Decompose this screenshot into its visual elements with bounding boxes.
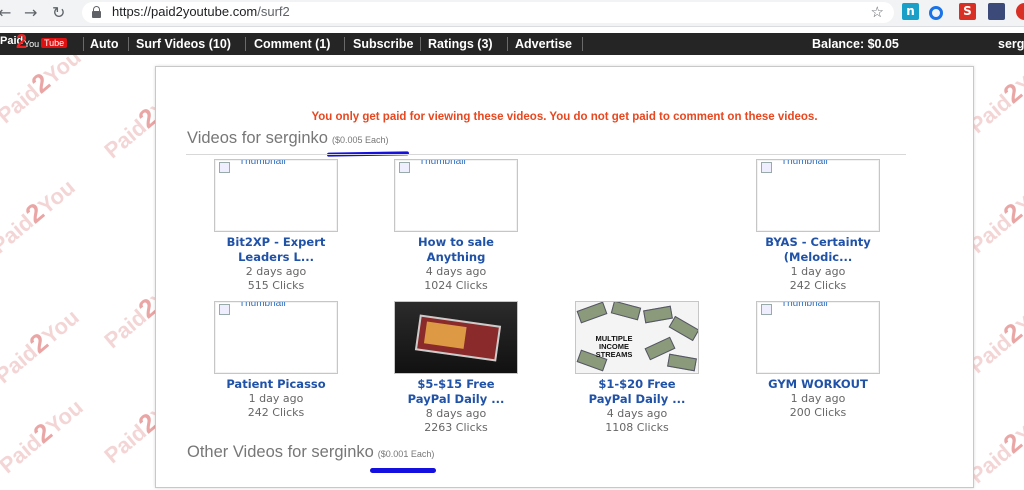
video-title-link[interactable]: $1-$20 Free PayPal Daily ... <box>547 377 727 407</box>
video-thumbnail[interactable]: Thumbnail <box>756 301 880 374</box>
nav-surf-videos[interactable]: Surf Videos (10) <box>136 37 231 51</box>
extension-circle-icon[interactable] <box>929 6 943 20</box>
video-title-link[interactable]: $5-$15 Free PayPal Daily ... <box>366 377 546 407</box>
extension-s-icon[interactable]: S <box>959 3 976 20</box>
nav-auto[interactable]: Auto <box>90 37 118 51</box>
broken-image-icon <box>219 304 230 315</box>
video-age: 1 day ago <box>790 392 846 405</box>
nav-advertise[interactable]: Advertise <box>515 37 572 51</box>
video-thumbnail[interactable]: Thumbnail <box>756 159 880 232</box>
nav-separator <box>344 37 345 51</box>
nav-separator <box>582 37 583 51</box>
browser-toolbar: ← → ↻ https://paid2youtube.com/surf2 ☆ n… <box>0 0 1024 27</box>
video-card[interactable]: Thumbnail BYAS - Certainty (Melodic... 1 … <box>728 159 908 293</box>
nav-separator <box>245 37 246 51</box>
money-image: MULTIPLE INCOME STREAMS <box>576 302 698 373</box>
content-panel: You only get paid for viewing these vide… <box>155 66 974 488</box>
video-age: 8 days ago <box>425 407 487 420</box>
video-clicks: 242 Clicks <box>247 406 305 419</box>
video-card[interactable]: Thumbnail How to sale Anything 4 days ago… <box>366 159 546 293</box>
watermark: Paid2You <box>0 174 80 259</box>
extension-red-icon[interactable] <box>1016 3 1024 20</box>
section-divider <box>186 154 906 155</box>
back-arrow-icon[interactable]: ← <box>0 3 11 23</box>
nav-comment[interactable]: Comment (1) <box>254 37 330 51</box>
url-text[interactable]: https://paid2youtube.com/surf2 <box>112 4 290 19</box>
thumbnail-alt-text: Thumbnail <box>419 159 466 167</box>
lock-icon <box>92 6 101 18</box>
section-title-videos: Videos for serginko ($0.005 Each) <box>187 129 389 147</box>
thumbnail-alt-text: Thumbnail <box>781 159 828 167</box>
video-card[interactable]: $5-$15 Free PayPal Daily ... 8 days ago 2… <box>366 301 546 435</box>
site-navbar: Paid 2 You Tube Auto Surf Videos (10) Co… <box>0 31 1024 55</box>
video-card[interactable]: Thumbnail GYM WORKOUT 1 day ago 200 Clic… <box>728 301 908 420</box>
user-menu[interactable]: serg <box>998 37 1024 51</box>
video-clicks: 1108 Clicks <box>605 421 669 434</box>
broken-image-icon <box>761 162 772 173</box>
thumbnail-alt-text: Thumbnail <box>781 301 828 309</box>
video-clicks: 2263 Clicks <box>424 421 488 434</box>
nav-ratings[interactable]: Ratings (3) <box>428 37 493 51</box>
video-card[interactable]: MULTIPLE INCOME STREAMS $1-$20 Free PayPa… <box>547 301 727 435</box>
video-title-link[interactable]: Patient Picasso <box>186 377 366 392</box>
watermark: Paid2You <box>0 394 88 479</box>
video-clicks: 1024 Clicks <box>424 279 488 292</box>
video-thumbnail[interactable]: Thumbnail <box>214 159 338 232</box>
video-age: 4 days ago <box>606 407 668 420</box>
thumbnail-alt-text: Thumbnail <box>239 301 286 309</box>
section-title-other-videos: Other Videos for serginko ($0.001 Each) <box>187 443 435 461</box>
nav-separator <box>420 37 421 51</box>
video-title-link[interactable]: How to sale Anything <box>366 235 546 265</box>
video-thumbnail[interactable] <box>394 301 518 374</box>
nav-subscribe[interactable]: Subscribe <box>353 37 413 51</box>
video-thumbnail[interactable]: Thumbnail <box>214 301 338 374</box>
video-age: 2 days ago <box>245 265 307 278</box>
video-age: 1 day ago <box>248 392 304 405</box>
nav-separator <box>128 37 129 51</box>
thumbnail-alt-text: Thumbnail <box>239 159 286 167</box>
balance-display: Balance: $0.05 <box>812 37 899 51</box>
video-clicks: 515 Clicks <box>247 279 305 292</box>
broken-image-icon <box>219 162 230 173</box>
phone-image <box>395 302 517 373</box>
address-bar[interactable]: https://paid2youtube.com/surf2 ☆ <box>82 2 894 23</box>
bookmark-star-icon[interactable]: ☆ <box>871 3 884 21</box>
broken-image-icon <box>399 162 410 173</box>
video-title-link[interactable]: GYM WORKOUT <box>728 377 908 392</box>
video-card[interactable]: Thumbnail Patient Picasso 1 day ago 242 … <box>186 301 366 420</box>
watermark: Paid2You <box>0 304 84 389</box>
payment-notice: You only get paid for viewing these vide… <box>311 111 818 123</box>
video-card[interactable]: Thumbnail Bit2XP - Expert Leaders L... 2 … <box>186 159 366 293</box>
broken-image-icon <box>761 304 772 315</box>
video-title-link[interactable]: BYAS - Certainty (Melodic... <box>728 235 908 265</box>
video-age: 4 days ago <box>425 265 487 278</box>
video-clicks: 242 Clicks <box>789 279 847 292</box>
video-clicks: 200 Clicks <box>789 406 847 419</box>
forward-arrow-icon[interactable]: → <box>24 3 37 23</box>
reload-icon[interactable]: ↻ <box>52 3 65 23</box>
extension-square-icon[interactable] <box>988 3 1005 20</box>
video-thumbnail[interactable]: MULTIPLE INCOME STREAMS <box>575 301 699 374</box>
nav-separator <box>507 37 508 51</box>
video-thumbnail[interactable]: Thumbnail <box>394 159 518 232</box>
highlight-mark <box>370 468 436 473</box>
extension-n-icon[interactable]: n <box>902 3 919 20</box>
video-age: 1 day ago <box>790 265 846 278</box>
video-title-link[interactable]: Bit2XP - Expert Leaders L... <box>186 235 366 265</box>
nav-separator <box>83 37 84 51</box>
